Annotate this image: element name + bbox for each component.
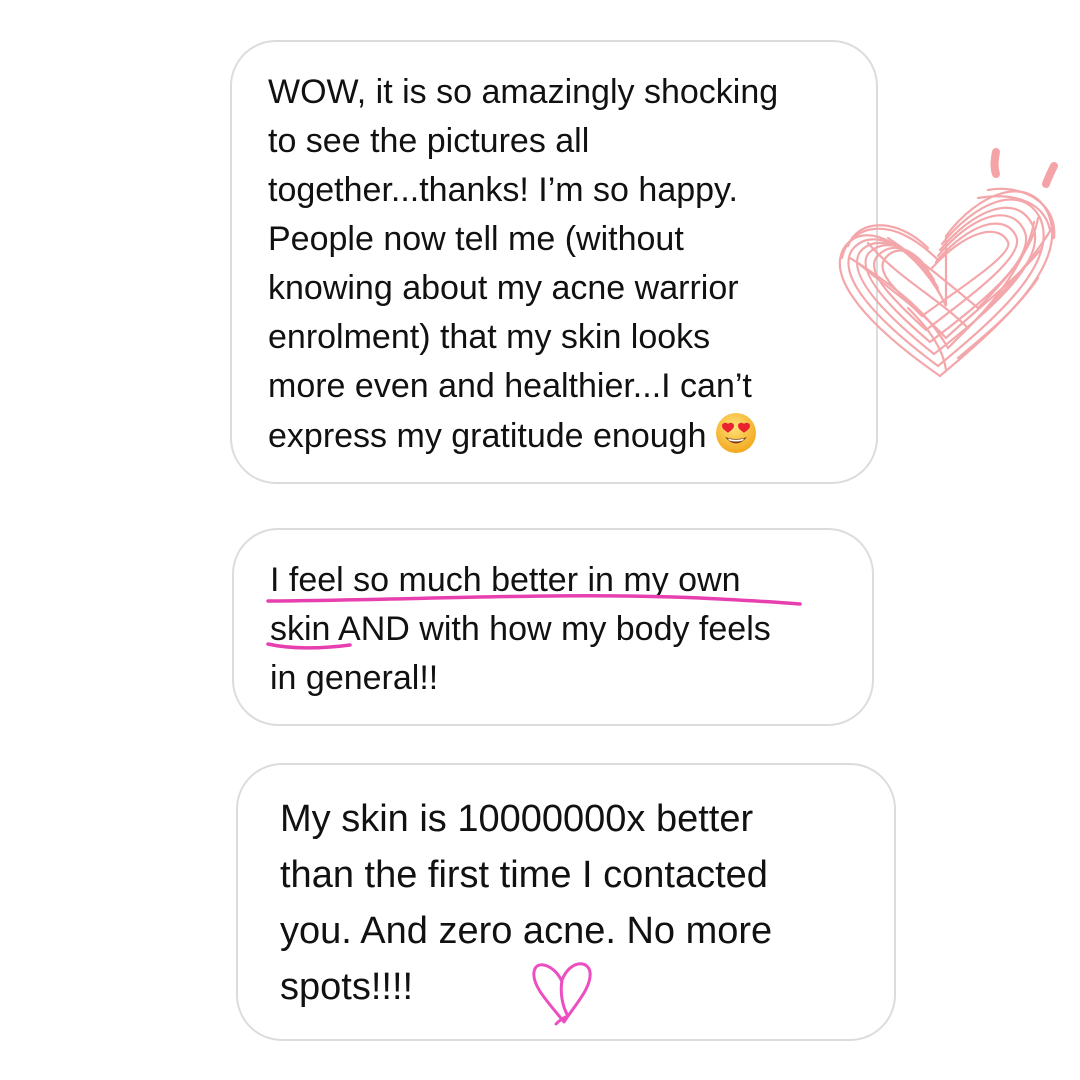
message-text: I feel so much better in my own skin AND… — [270, 561, 771, 697]
message-bubble-2: I feel so much better in my own skin AND… — [232, 528, 874, 726]
message-bubble-1: WOW, it is so amazingly shocking to see … — [230, 40, 878, 484]
message-text: My skin is 10000000x better than the fir… — [280, 798, 773, 1008]
message-text: WOW, it is so amazingly shocking to see … — [268, 68, 856, 469]
heart-eyes-emoji-icon — [714, 411, 758, 469]
message-bubble-3: My skin is 10000000x better than the fir… — [236, 763, 896, 1041]
